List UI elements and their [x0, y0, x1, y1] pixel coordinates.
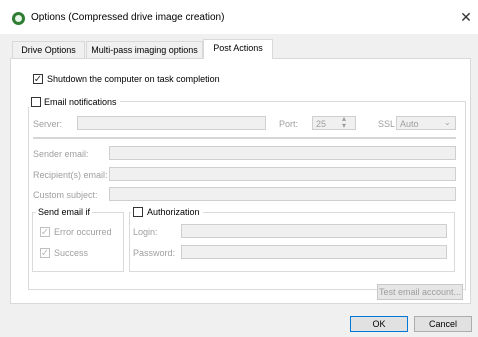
- port-value: 25: [316, 119, 327, 129]
- port-spin-icon[interactable]: ▴ ▾: [342, 115, 346, 130]
- error-occurred-label: Error occurred: [54, 227, 112, 237]
- tab-multi-pass-imaging[interactable]: Multi-pass imaging options: [86, 41, 203, 58]
- tab-drive-options[interactable]: Drive Options: [12, 41, 85, 58]
- ok-button[interactable]: OK: [350, 316, 408, 332]
- authorization-checkbox[interactable]: [133, 207, 143, 217]
- sender-email-label: Sender email:: [33, 149, 89, 159]
- close-icon[interactable]: ✕: [458, 9, 474, 25]
- cancel-button[interactable]: Cancel: [414, 316, 472, 332]
- recipient-email-label: Recipient(s) email:: [33, 170, 108, 180]
- app-icon: [12, 12, 25, 25]
- tab-post-actions[interactable]: Post Actions: [203, 39, 273, 59]
- chevron-down-icon: ⌄: [444, 118, 451, 127]
- checkmark-icon: ✓: [40, 227, 50, 238]
- separator: [33, 137, 456, 139]
- test-email-account-button[interactable]: Test email account...: [377, 284, 463, 300]
- authorization-label: Authorization: [147, 207, 200, 217]
- authorization-group: [129, 212, 455, 272]
- password-input[interactable]: [181, 245, 447, 259]
- password-label: Password:: [133, 248, 176, 258]
- ssl-value: Auto: [400, 119, 419, 129]
- recipient-email-input[interactable]: [109, 167, 456, 181]
- port-label: Port:: [279, 119, 299, 129]
- login-label: Login:: [133, 227, 158, 237]
- email-notifications-label: Email notifications: [44, 97, 117, 107]
- ssl-label: SSL: [378, 119, 396, 129]
- checkmark-icon: ✓: [33, 74, 43, 85]
- shutdown-label: Shutdown the computer on task completion: [47, 74, 220, 84]
- window-title: Options (Compressed drive image creation…: [31, 12, 225, 23]
- sender-email-input[interactable]: [109, 146, 456, 160]
- email-notifications-checkbox[interactable]: [31, 97, 41, 107]
- send-email-if-title: Send email if: [36, 207, 93, 217]
- custom-subject-label: Custom subject:: [33, 190, 98, 200]
- send-email-if-group: [32, 212, 124, 272]
- server-label: Server:: [33, 119, 63, 129]
- checkmark-icon: ✓: [40, 248, 50, 259]
- custom-subject-input[interactable]: [109, 187, 456, 201]
- server-input[interactable]: [77, 116, 266, 130]
- login-input[interactable]: [181, 224, 447, 238]
- success-label: Success: [54, 248, 89, 258]
